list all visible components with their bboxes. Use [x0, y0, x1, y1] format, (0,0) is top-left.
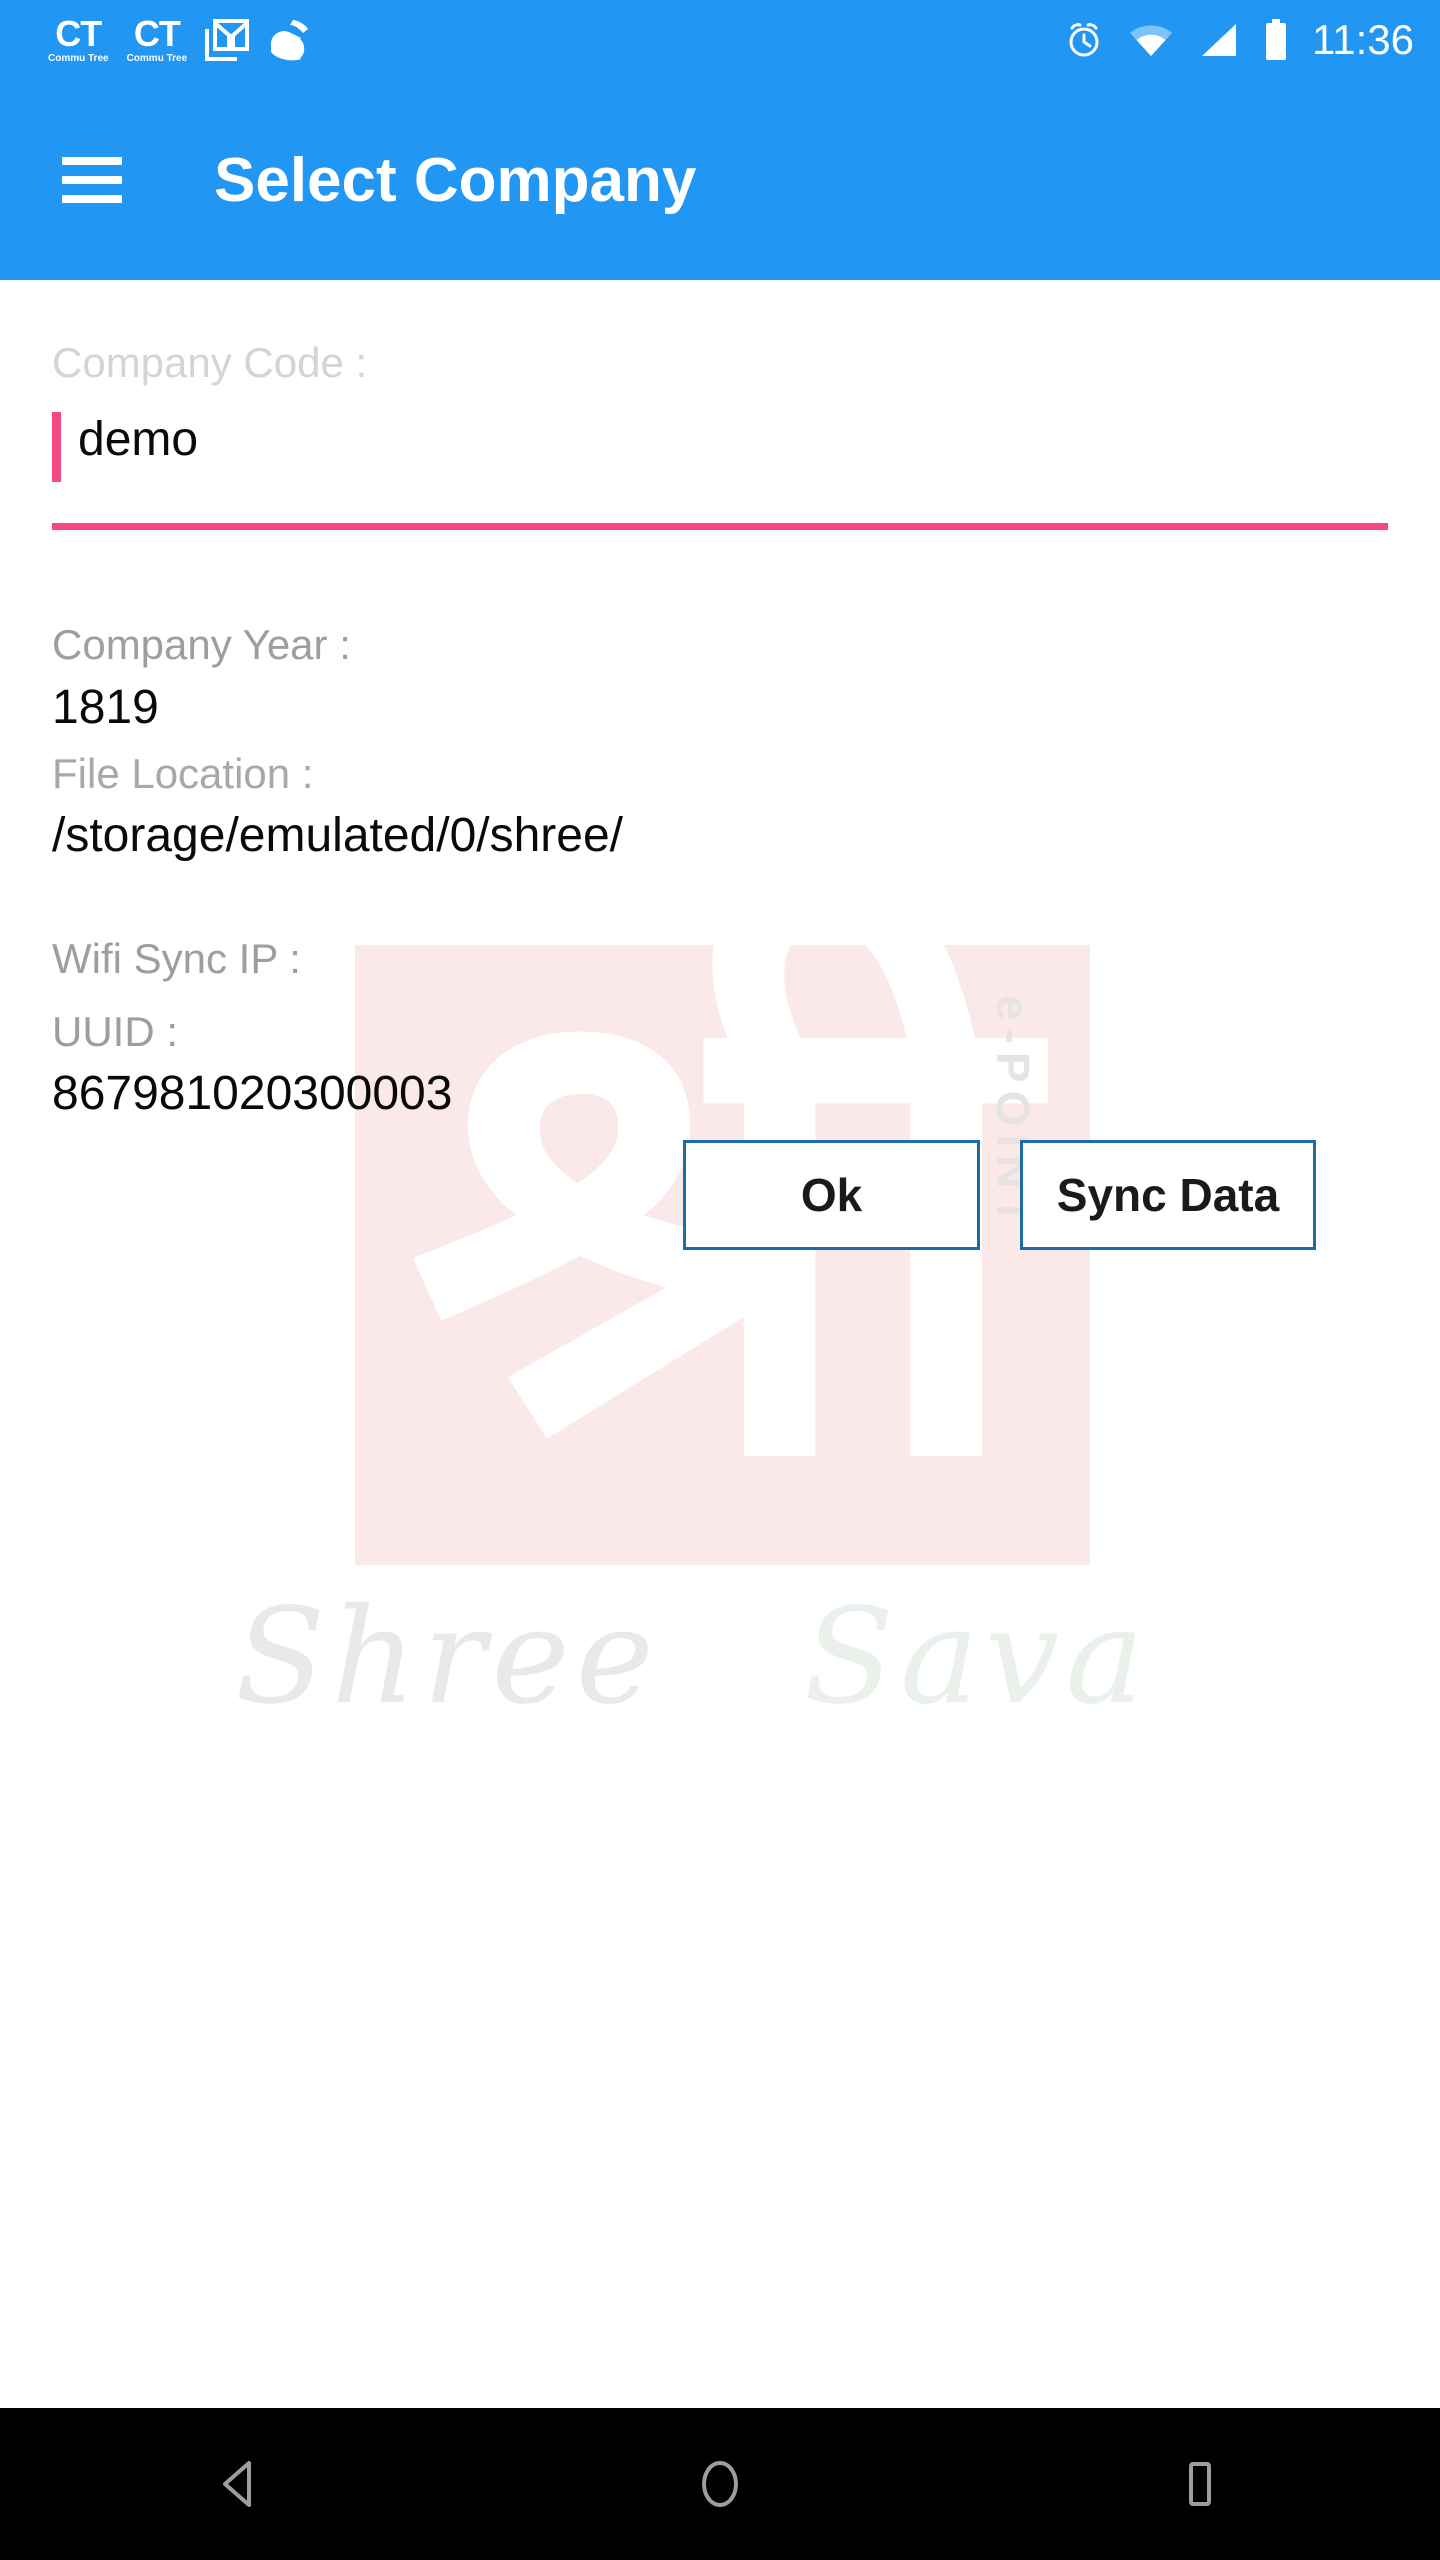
status-bar: CT Commu Tree CT Commu Tree 11:36: [0, 0, 1440, 80]
commu-tree-icon-label: CT: [133, 13, 181, 54]
watermark-box: श्री e-POINT: [355, 945, 1090, 1565]
recents-square-icon[interactable]: [1125, 2408, 1275, 2560]
wifi-icon: [1128, 22, 1174, 58]
company-code-value: demo: [78, 413, 199, 466]
file-location-value[interactable]: /storage/emulated/0/shree/: [52, 808, 623, 863]
watermark-brand-word-1: Shree: [235, 1580, 660, 1734]
alarm-clock-icon: [1064, 20, 1104, 60]
company-code-label: Company Code :: [52, 339, 368, 386]
form-actions: Ok Sync Data: [0, 1140, 1440, 1250]
status-bar-clock: 11:36: [1312, 16, 1414, 63]
watermark-brand-text: Shree Sava: [235, 1580, 1150, 1734]
battery-full-icon: [1264, 19, 1288, 61]
back-triangle-icon[interactable]: [165, 2408, 315, 2560]
gmail-icon: [205, 19, 250, 61]
cellular-signal-icon: [1198, 22, 1240, 58]
watermark-brand-word-2: Sava: [803, 1580, 1151, 1734]
phone-screen: CT Commu Tree CT Commu Tree 11:36 Select…: [0, 0, 1440, 2560]
page-title: Select Company: [214, 145, 697, 215]
sync-data-button[interactable]: Sync Data: [1020, 1140, 1316, 1250]
cleaner-broom-icon: [267, 18, 313, 62]
hamburger-menu-icon[interactable]: [62, 157, 122, 203]
uuid-label: UUID :: [52, 1008, 178, 1055]
commu-tree-icon: CT Commu Tree: [48, 16, 109, 64]
app-bar: Select Company: [0, 80, 1440, 280]
main-content: श्री e-POINT Shree Sava Company Code : d…: [0, 280, 1440, 2408]
commu-tree-icon-label: CT: [55, 13, 102, 54]
commu-tree-icon: CT Commu Tree: [127, 16, 188, 64]
text-cursor: [52, 412, 61, 482]
wifi-sync-ip-label: Wifi Sync IP :: [52, 935, 301, 982]
ok-button[interactable]: Ok: [683, 1140, 980, 1250]
company-code-input[interactable]: demo: [0, 412, 1440, 530]
file-location-label: File Location :: [52, 750, 314, 797]
status-notification-icons: CT Commu Tree CT Commu Tree: [48, 16, 313, 64]
home-circle-icon[interactable]: [645, 2408, 795, 2560]
hamburger-line: [62, 195, 122, 203]
commu-tree-icon-sublabel: Commu Tree: [48, 53, 109, 64]
status-system-icons: 11:36: [1064, 19, 1414, 61]
commu-tree-icon-sublabel: Commu Tree: [126, 53, 188, 64]
hamburger-line: [62, 176, 122, 184]
input-underline: [52, 523, 1388, 530]
company-year-value[interactable]: 1819: [52, 680, 159, 735]
android-navigation-bar: [0, 2408, 1440, 2560]
uuid-value: 867981020300003: [52, 1067, 453, 1120]
hamburger-line: [62, 157, 122, 165]
company-year-label: Company Year :: [52, 621, 351, 668]
